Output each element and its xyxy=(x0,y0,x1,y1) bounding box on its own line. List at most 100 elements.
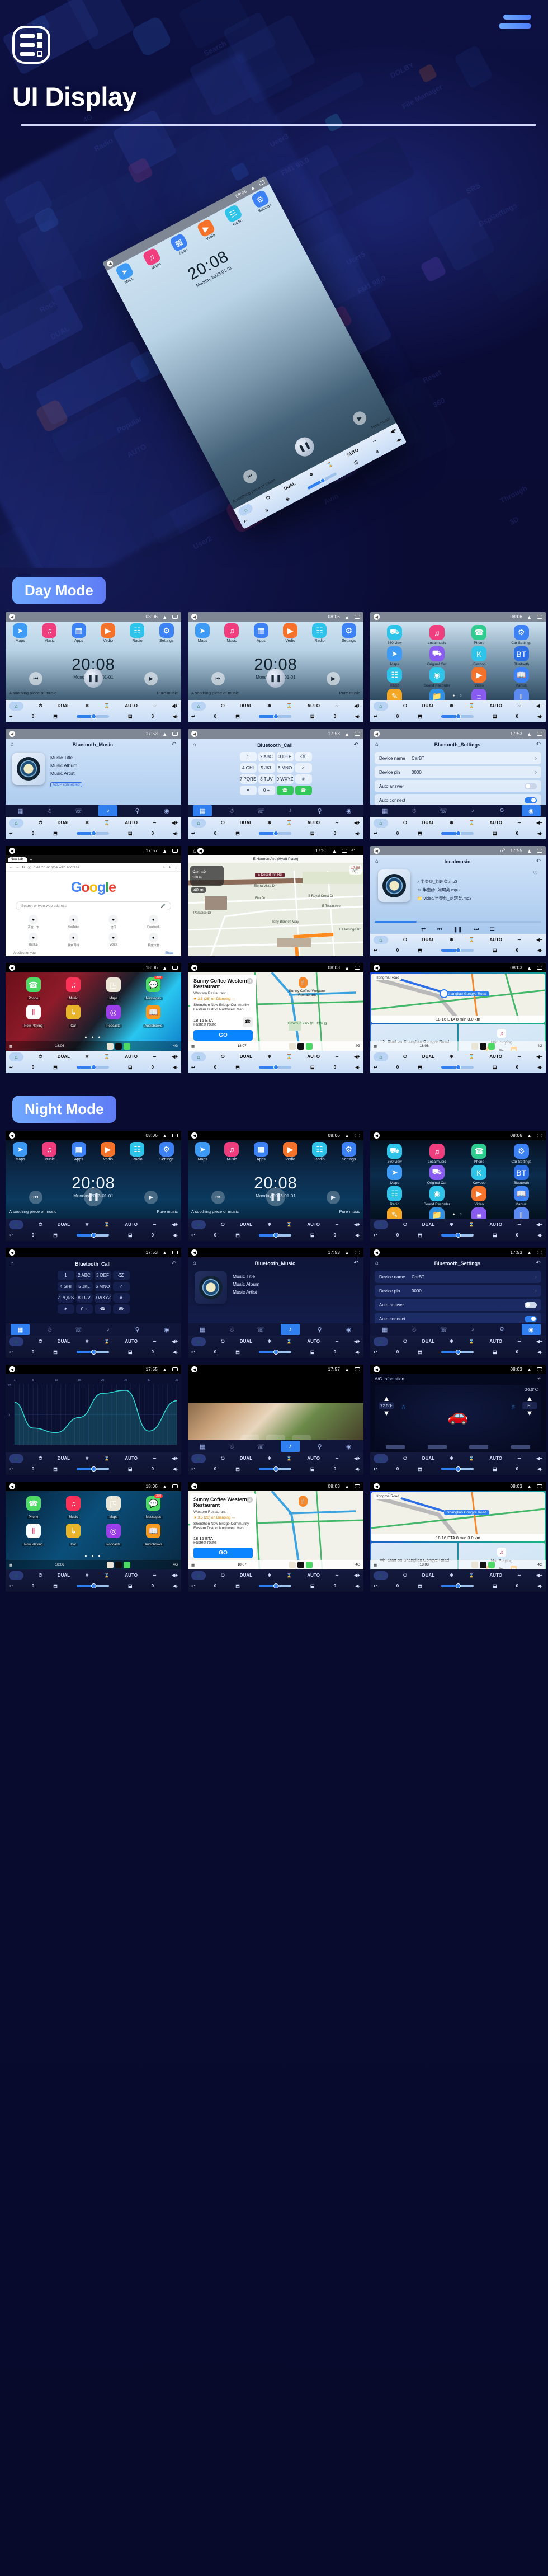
dual-label[interactable]: DUAL xyxy=(58,1339,70,1344)
navigation-app-icon[interactable] xyxy=(297,1043,304,1050)
dial-key-10[interactable]: 9 WXYZ xyxy=(95,1293,111,1303)
screenshot-day-browser[interactable]: ◀ 17:57 ▲ New tab + ← → ↻ ⓘ Search or ty… xyxy=(6,846,181,956)
maps-icon[interactable] xyxy=(107,1562,114,1568)
volume-up-icon[interactable]: ◀+ xyxy=(354,703,360,708)
defrost-icon[interactable]: ⌛ xyxy=(104,703,110,708)
music-note-icon[interactable]: ♫ xyxy=(42,623,56,638)
fan-speed-slider[interactable] xyxy=(441,1468,474,1470)
auto-label[interactable]: AUTO xyxy=(125,820,138,825)
tab-settings[interactable]: ◉ xyxy=(157,1324,176,1335)
back-icon[interactable]: ↩ xyxy=(9,1583,13,1588)
seat-heat-icon[interactable]: ⬓ xyxy=(493,948,497,953)
temp-down-right[interactable]: ▼ xyxy=(522,1409,537,1417)
shortcut-tile[interactable]: ● VOEX xyxy=(93,933,134,947)
volume-down-icon[interactable]: ◀- xyxy=(355,1350,360,1355)
now-playing-icon[interactable]: ‖ xyxy=(26,1524,41,1538)
gear-icon[interactable]: ⚙ xyxy=(342,623,356,638)
snowflake-icon[interactable]: ❄ xyxy=(450,1339,453,1344)
recents-icon[interactable] xyxy=(537,732,542,736)
chevron-up-icon[interactable]: ▲ xyxy=(527,1367,532,1372)
defrost-icon[interactable]: ⌛ xyxy=(286,703,292,708)
snowflake-icon[interactable]: ❄ xyxy=(267,1573,271,1578)
volume-down-icon[interactable]: ◀- xyxy=(355,1065,360,1070)
seat-icon[interactable]: ⬒ xyxy=(235,1350,240,1355)
app-library-icon[interactable]: ▦ xyxy=(374,1044,377,1049)
back-icon[interactable]: ◀ xyxy=(9,1366,15,1372)
navigation-arrow-icon[interactable]: ➤ xyxy=(387,1165,402,1180)
tab-calls[interactable]: ☏ xyxy=(69,805,88,816)
dial-key-15[interactable]: ☎ xyxy=(113,1304,130,1314)
dock-app-vedio[interactable]: ▶ Vedio xyxy=(278,1142,303,1166)
dock-app-settings[interactable]: ⚙ Settings xyxy=(154,1142,179,1166)
chevron-up-icon[interactable]: ▲ xyxy=(162,1484,167,1489)
dock-app-apps[interactable]: ▦ Apps xyxy=(249,623,273,647)
map-view[interactable]: E Harmon Ave (Hyatt Place) ⇦ ⇨ 160 m 40 … xyxy=(188,855,363,956)
seat-icon[interactable]: ⬒ xyxy=(53,1350,58,1355)
dual-label[interactable]: DUAL xyxy=(422,1456,434,1461)
next-track-button[interactable]: ▶ xyxy=(144,672,158,685)
app-maps[interactable]: ➤ Maps xyxy=(375,646,415,666)
seat-heat-icon[interactable]: ⬓ xyxy=(310,1583,315,1588)
toggle-switch[interactable] xyxy=(525,797,537,803)
shortcut-tile[interactable]: ● 搜索百科 xyxy=(54,933,94,947)
home-icon[interactable]: ⌂ xyxy=(11,741,14,748)
defrost-icon[interactable]: ⌛ xyxy=(469,820,474,825)
back-icon[interactable]: ↩ xyxy=(374,1065,377,1070)
carplay-app-maps[interactable]: ◳ Maps xyxy=(93,977,134,1002)
back-icon[interactable]: ◀ xyxy=(374,731,380,737)
seat-heat-icon[interactable]: ⬓ xyxy=(128,831,133,836)
chevron-up-icon[interactable]: ▲ xyxy=(162,965,167,971)
next-track-button[interactable]: ⏭ xyxy=(474,927,479,933)
auto-label[interactable]: AUTO xyxy=(489,1339,502,1344)
seat-icon[interactable]: ⬒ xyxy=(53,1233,58,1238)
volume-up-icon[interactable]: ◀+ xyxy=(536,1456,542,1461)
previous-track-button[interactable]: ⏮ xyxy=(211,672,225,685)
dock-app-radio[interactable]: ☷ Radio xyxy=(125,1142,149,1166)
dock-app-music[interactable]: ♫ Music xyxy=(219,1142,244,1166)
recents-icon[interactable] xyxy=(172,1251,178,1254)
tab-dialpad[interactable]: ▦ xyxy=(193,1324,212,1335)
power-icon[interactable]: ⏻ xyxy=(39,1054,42,1060)
screenshot-night-nav-split[interactable]: ◀ 08:03 ▲ Hongma Road Shangliao Gongye R… xyxy=(370,1482,546,1592)
auto-label[interactable]: AUTO xyxy=(489,1222,502,1227)
fan-speed-slider[interactable] xyxy=(441,1066,474,1069)
recents-icon[interactable] xyxy=(355,732,360,736)
recents-icon[interactable] xyxy=(537,966,542,970)
screenshot-night-home-1[interactable]: ◀ 08:06 ▲ ➤ Maps ♫ Music ▦ Apps ▶ Vedio ☷ Radio ⚙ S… xyxy=(6,1131,181,1241)
back-icon[interactable]: ↶ xyxy=(354,1260,358,1266)
recents-icon[interactable] xyxy=(258,180,265,186)
recents-icon[interactable] xyxy=(537,1134,542,1137)
fan-speed-slider[interactable] xyxy=(441,1351,474,1353)
chevron-right-icon[interactable]: › xyxy=(535,1274,537,1280)
seat-heat-icon[interactable]: ⬓ xyxy=(493,831,497,836)
power-icon[interactable]: ⏻ xyxy=(403,1054,407,1060)
microphone-icon[interactable]: 🎤 xyxy=(161,904,166,908)
auto-label[interactable]: AUTO xyxy=(489,1573,502,1578)
go-button[interactable]: GO xyxy=(193,1548,253,1558)
power-icon[interactable]: ⏻ xyxy=(221,1573,224,1578)
defrost-icon[interactable]: ⌛ xyxy=(327,461,334,468)
app-360-view[interactable]: ⛟ 360 view xyxy=(375,1144,415,1164)
dual-label[interactable]: DUAL xyxy=(240,703,252,708)
recents-icon[interactable] xyxy=(355,615,360,619)
seat-icon[interactable]: ⬒ xyxy=(418,714,422,719)
auto-label[interactable]: AUTO xyxy=(489,937,502,942)
previous-track-button[interactable]: ⏮ xyxy=(211,1191,225,1204)
home-icon[interactable]: ⌂ xyxy=(191,1454,206,1463)
volume-down-icon[interactable]: ◀- xyxy=(355,714,360,719)
chevron-up-icon[interactable]: ▲ xyxy=(162,848,167,854)
carplay-app-phone[interactable]: ☎ Phone xyxy=(13,977,54,1002)
seat-heat-icon[interactable]: ⬓ xyxy=(128,1350,133,1355)
navigation-arrow-icon[interactable]: ➤ xyxy=(13,1142,27,1157)
auto-label[interactable]: AUTO xyxy=(489,1054,502,1059)
dual-label[interactable]: DUAL xyxy=(422,820,434,825)
dial-key-3[interactable]: ⌫ xyxy=(113,1271,130,1280)
back-icon[interactable]: ↩ xyxy=(191,831,195,836)
defrost-icon[interactable]: ⌛ xyxy=(104,1456,110,1461)
seat-heat-icon[interactable]: ⬓ xyxy=(128,714,133,719)
dial-key-7[interactable]: ✓ xyxy=(295,763,312,773)
music-note-icon[interactable]: ♫ xyxy=(66,1496,81,1511)
dock-app-vedio[interactable]: ▶ Vedio xyxy=(96,1142,120,1166)
volume-down-icon[interactable]: ◀- xyxy=(537,831,542,836)
back-icon[interactable]: ↩ xyxy=(374,1466,377,1472)
